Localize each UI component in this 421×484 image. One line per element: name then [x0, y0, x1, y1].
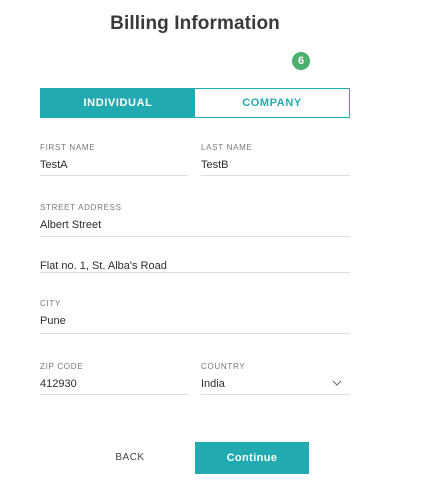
address-line-2-field[interactable]: Flat no. 1, St. Alba's Road	[40, 244, 350, 273]
street-address-label: STREET ADDRESS	[40, 203, 122, 212]
city-label: CITY	[40, 299, 62, 308]
company-tab[interactable]: COMPANY	[195, 89, 349, 117]
street-address-field[interactable]: STREET ADDRESS Albert Street	[40, 203, 350, 237]
country-label: COUNTRY	[201, 362, 246, 371]
country-value[interactable]: India	[201, 376, 350, 392]
first-name-value[interactable]: TestA	[40, 157, 188, 173]
last-name-field[interactable]: LAST NAME TestB	[201, 143, 350, 176]
zip-code-value[interactable]: 412930	[40, 376, 188, 392]
zip-code-field[interactable]: ZIP CODE 412930	[40, 362, 188, 395]
billing-information-page: Billing Information 6 INDIVIDUAL COMPANY…	[0, 0, 421, 484]
last-name-label: LAST NAME	[201, 143, 253, 152]
city-field[interactable]: CITY Pune	[40, 299, 350, 334]
continue-button[interactable]: Continue	[195, 442, 309, 474]
first-name-field[interactable]: FIRST NAME TestA	[40, 143, 188, 176]
back-button[interactable]: BACK	[100, 448, 160, 468]
chevron-down-icon[interactable]	[332, 380, 342, 386]
zip-code-label: ZIP CODE	[40, 362, 84, 371]
first-name-label: FIRST NAME	[40, 143, 96, 152]
account-type-toggle: INDIVIDUAL COMPANY	[40, 88, 350, 118]
individual-tab[interactable]: INDIVIDUAL	[41, 89, 195, 117]
city-value[interactable]: Pune	[40, 313, 350, 329]
address-line-2-value[interactable]: Flat no. 1, St. Alba's Road	[40, 258, 350, 274]
address-line-2-label	[40, 244, 350, 254]
street-address-value[interactable]: Albert Street	[40, 217, 350, 233]
country-select[interactable]: COUNTRY India	[201, 362, 350, 395]
page-title: Billing Information	[110, 13, 280, 34]
step-badge: 6	[292, 52, 310, 70]
last-name-value[interactable]: TestB	[201, 157, 350, 173]
